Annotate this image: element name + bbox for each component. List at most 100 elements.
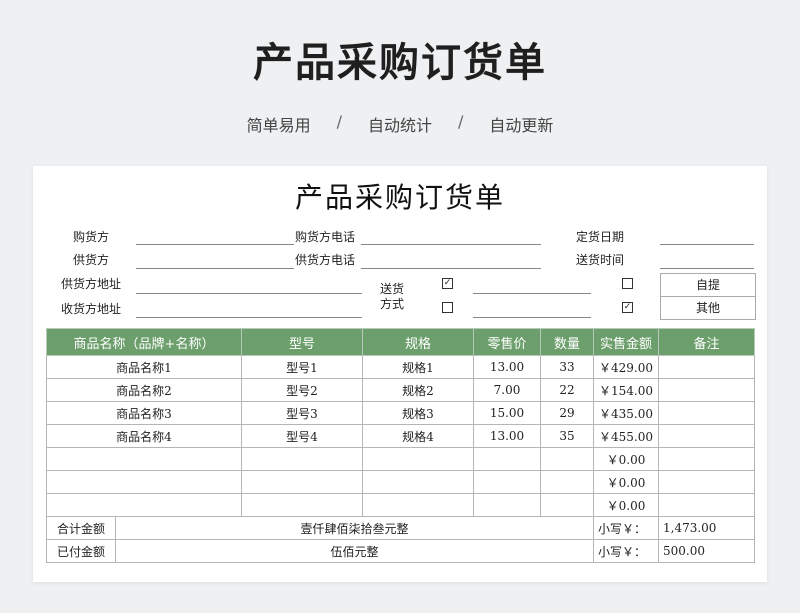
spec-cell[interactable] [362,470,474,494]
spec-cell[interactable] [362,493,474,517]
product-name-cell[interactable] [46,447,242,471]
delivery-note-field[interactable] [473,293,591,294]
receiver-address-field[interactable] [136,317,362,318]
paid-label: 已付金额 [46,539,116,563]
spec-cell[interactable]: 规格2 [362,378,474,402]
feature-easy: 简单易用 [246,116,311,135]
qty-cell[interactable]: 22 [540,378,594,402]
other-checkbox[interactable]: ✓ [622,302,633,313]
remark-cell[interactable] [658,493,755,517]
model-cell[interactable]: 型号3 [241,401,363,425]
delivery-method-label-2: 方式 [380,297,405,311]
product-name-cell[interactable]: 商品名称1 [46,355,242,379]
amount-cell[interactable]: ￥435.00 [593,401,659,425]
table-row: ￥0.00 [46,447,755,471]
qty-cell[interactable] [540,470,594,494]
total-amount[interactable]: 1,473.00 [658,516,755,540]
order-table: 商品名称（品牌+名称） 型号 规格 零售价 数量 实售金额 备注 商品名称1 型号… [46,328,755,563]
amount-cell[interactable]: ￥429.00 [593,355,659,379]
supplier-label: 供货方 [73,253,110,267]
price-cell[interactable]: 15.00 [473,401,541,425]
remark-cell[interactable] [658,401,755,425]
amount-cell[interactable]: ￥455.00 [593,424,659,448]
qty-cell[interactable]: 29 [540,401,594,425]
order-date-label: 定货日期 [576,230,625,244]
supplier-phone-field[interactable] [361,268,541,269]
delivery-time-field[interactable] [660,268,754,269]
qty-cell[interactable] [540,493,594,517]
qty-cell[interactable]: 33 [540,355,594,379]
buyer-field[interactable] [136,244,294,245]
pickup-checkbox[interactable] [622,278,633,289]
model-cell[interactable] [241,447,363,471]
paid-row: 已付金额 伍佰元整 小写￥： 500.00 [46,539,755,563]
pickup-option[interactable]: 自提 [660,273,756,297]
model-cell[interactable]: 型号2 [241,378,363,402]
amount-cell[interactable]: ￥0.00 [593,470,659,494]
column-header-amount: 实售金额 [593,328,659,356]
amount-cell[interactable]: ￥154.00 [593,378,659,402]
remark-cell[interactable] [658,447,755,471]
buyer-phone-field[interactable] [361,244,541,245]
amount-cell[interactable]: ￥0.00 [593,447,659,471]
remark-cell[interactable] [658,378,755,402]
table-row: ￥0.00 [46,470,755,494]
remark-cell[interactable] [658,470,755,494]
price-cell[interactable] [473,493,541,517]
feature-list: 简单易用 / 自动统计 / 自动更新 [0,112,800,136]
total-small-label: 小写￥： [593,516,659,540]
qty-cell[interactable]: 35 [540,424,594,448]
paid-amount[interactable]: 500.00 [658,539,755,563]
price-cell[interactable]: 13.00 [473,355,541,379]
paid-small-label: 小写￥： [593,539,659,563]
qty-cell[interactable] [540,447,594,471]
model-cell[interactable]: 型号1 [241,355,363,379]
table-row: ￥0.00 [46,493,755,517]
feature-separator: / [458,112,464,131]
product-name-cell[interactable]: 商品名称3 [46,401,242,425]
feature-auto-stats: 自动统计 [367,116,432,135]
total-row: 合计金额 壹仟肆佰柒拾叁元整 小写￥： 1,473.00 [46,516,755,540]
model-cell[interactable] [241,493,363,517]
delivery-checkbox[interactable]: ✓ [442,278,453,289]
remark-cell[interactable] [658,355,755,379]
receiver-address-label: 收货方地址 [61,302,122,316]
supplier-address-field[interactable] [136,293,362,294]
product-name-cell[interactable]: 商品名称2 [46,378,242,402]
table-row: 商品名称4 型号4 规格4 13.00 35 ￥455.00 [46,424,755,448]
spec-cell[interactable]: 规格4 [362,424,474,448]
total-words[interactable]: 壹仟肆佰柒拾叁元整 [115,516,594,540]
product-name-cell[interactable]: 商品名称4 [46,424,242,448]
price-cell[interactable] [473,447,541,471]
model-cell[interactable] [241,470,363,494]
spec-cell[interactable]: 规格1 [362,355,474,379]
supplier-field[interactable] [136,268,294,269]
feature-auto-update: 自动更新 [489,116,554,135]
product-name-cell[interactable] [46,470,242,494]
unused-checkbox[interactable] [442,302,453,313]
price-cell[interactable] [473,470,541,494]
amount-cell[interactable]: ￥0.00 [593,493,659,517]
column-header-price: 零售价 [473,328,541,356]
paid-words[interactable]: 伍佰元整 [115,539,594,563]
remark-cell[interactable] [658,424,755,448]
price-cell[interactable]: 7.00 [473,378,541,402]
page-title: 产品采购订货单 [253,40,547,86]
price-cell[interactable]: 13.00 [473,424,541,448]
other-note-field[interactable] [473,317,591,318]
column-header-model: 型号 [241,328,363,356]
column-header-remark: 备注 [658,328,755,356]
model-cell[interactable]: 型号4 [241,424,363,448]
order-date-field[interactable] [660,244,754,245]
form-title: 产品采购订货单 [294,181,505,214]
table-row: 商品名称3 型号3 规格3 15.00 29 ￥435.00 [46,401,755,425]
order-sheet: 产品采购订货单 购货方 购货方电话 定货日期 供货方 供货方电话 送货时间 供货… [33,166,767,582]
other-option[interactable]: 其他 [660,296,756,320]
column-header-product: 商品名称（品牌+名称） [46,328,242,356]
product-name-cell[interactable] [46,493,242,517]
feature-separator: / [336,112,342,131]
spec-cell[interactable] [362,447,474,471]
buyer-label: 购货方 [73,230,110,244]
buyer-phone-label: 购货方电话 [295,230,356,244]
spec-cell[interactable]: 规格3 [362,401,474,425]
